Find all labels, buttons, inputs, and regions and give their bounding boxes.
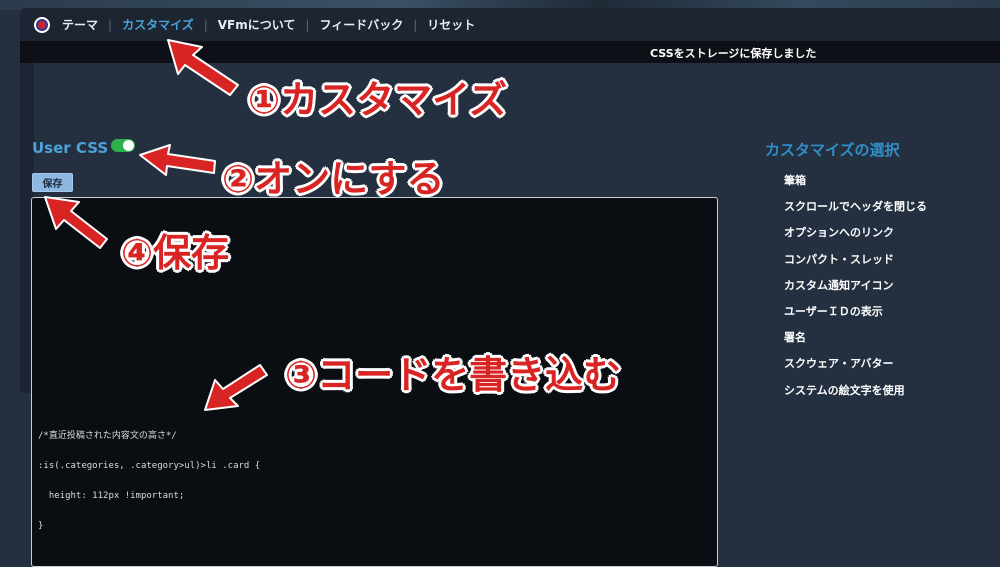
code-line: :is(.categories, .category>ul)>li .card … [38,461,261,471]
option-signature[interactable]: 署名 [784,329,927,355]
option-compact-thread[interactable]: コンパクト・スレッド [784,251,927,277]
option-options-link[interactable]: オプションへのリンク [784,224,927,250]
nav-separator: | [203,17,208,32]
annotation-step1: ①カスタマイズ [248,78,508,122]
save-button[interactable]: 保存 [32,173,73,192]
code-line: } [38,521,44,531]
nav-item-about[interactable]: VFmについて [218,16,296,33]
app-logo-icon[interactable] [34,16,50,33]
code-line: height: 112px !important; [38,491,185,501]
nav-item-reset[interactable]: リセット [427,16,475,33]
css-code: /*直近投稿された内容文の高さ*/ :is(.categories, .cate… [38,411,260,551]
annotation-arrow-1 [167,39,239,96]
nav-item-theme[interactable]: テーマ [62,16,98,33]
code-line: /*直近投稿された内容文の高さ*/ [38,431,177,441]
customize-selection-title: カスタマイズの選択 [765,141,900,159]
nav-separator: | [305,17,310,32]
option-system-emoji[interactable]: システムの絵文字を使用 [784,382,927,408]
annotation-arrow-2 [139,144,216,176]
toast-message: CSSをストレージに保存しました [650,47,817,60]
user-css-title: User CSS [32,139,109,157]
nav-item-feedback[interactable]: フィードバック [319,16,403,33]
annotation-step4: ④保存 [121,231,230,275]
user-css-toggle[interactable] [111,139,135,152]
option-scroll-hide-header[interactable]: スクロールでヘッダを閉じる [784,198,927,224]
status-toast: CSSをストレージに保存しました [20,41,1000,63]
nav-separator: | [108,17,113,32]
nav-separator: | [413,17,418,32]
option-show-user-id[interactable]: ユーザーＩＤの表示 [784,303,927,329]
option-square-avatar[interactable]: スクウェア・アバター [784,355,927,381]
customize-options-list: 筆箱 スクロールでヘッダを閉じる オプションへのリンク コンパクト・スレッド カ… [784,172,927,408]
annotation-arrow-3 [204,364,268,411]
nav-item-customize[interactable]: カスタマイズ [122,16,194,33]
annotation-step3: ③コードを書き込む [285,353,622,397]
annotation-step2: ②オンにする [222,157,445,201]
top-nav: テーマ | カスタマイズ | VFmについて | フィードバック | リセット [20,8,1000,41]
option-fude-bako[interactable]: 筆箱 [784,172,927,198]
option-custom-notify-icon[interactable]: カスタム通知アイコン [784,277,927,303]
annotation-arrow-4 [44,196,108,249]
